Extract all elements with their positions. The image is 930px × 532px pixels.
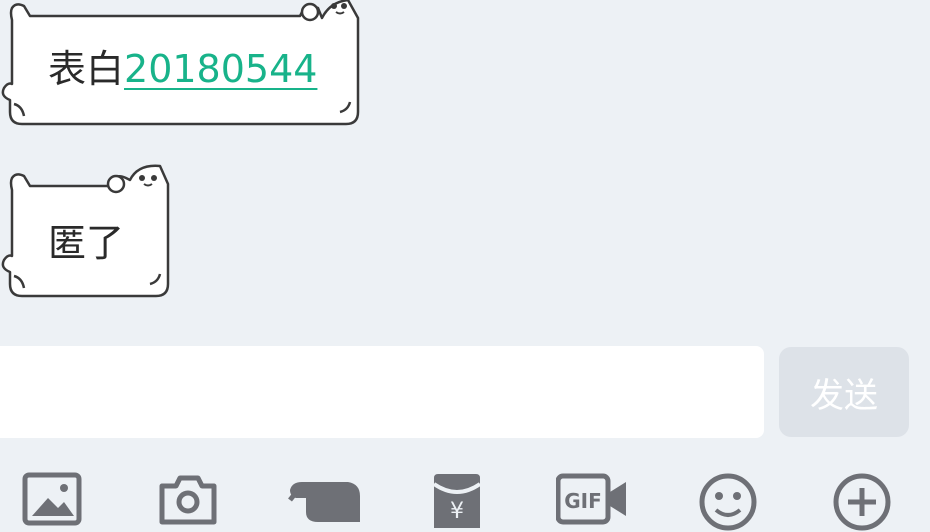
message-bubble[interactable]: 匿了 xyxy=(0,160,180,300)
chat-area: 表白20180544 匿了 xyxy=(0,0,930,340)
composer: 发送 xyxy=(0,346,930,438)
message-input[interactable] xyxy=(0,346,764,438)
camera-icon[interactable] xyxy=(158,472,222,532)
image-icon[interactable] xyxy=(22,472,86,532)
message-link[interactable]: 20180544 xyxy=(124,47,317,91)
message-bubble[interactable]: 表白20180544 xyxy=(0,0,370,130)
composer-toolbar: ¥ GIF xyxy=(0,462,930,531)
emoji-icon[interactable] xyxy=(698,472,762,532)
plus-icon[interactable] xyxy=(832,472,896,532)
svg-text:GIF: GIF xyxy=(564,489,602,513)
message-text: 匿了 xyxy=(48,221,125,265)
message-prefix: 表白 xyxy=(48,47,125,91)
poke-icon[interactable] xyxy=(288,472,360,532)
red-packet-icon[interactable]: ¥ xyxy=(432,472,496,532)
send-button[interactable]: 发送 xyxy=(779,347,909,437)
message-text: 表白20180544 xyxy=(48,50,317,88)
gif-icon[interactable]: GIF xyxy=(556,472,626,532)
